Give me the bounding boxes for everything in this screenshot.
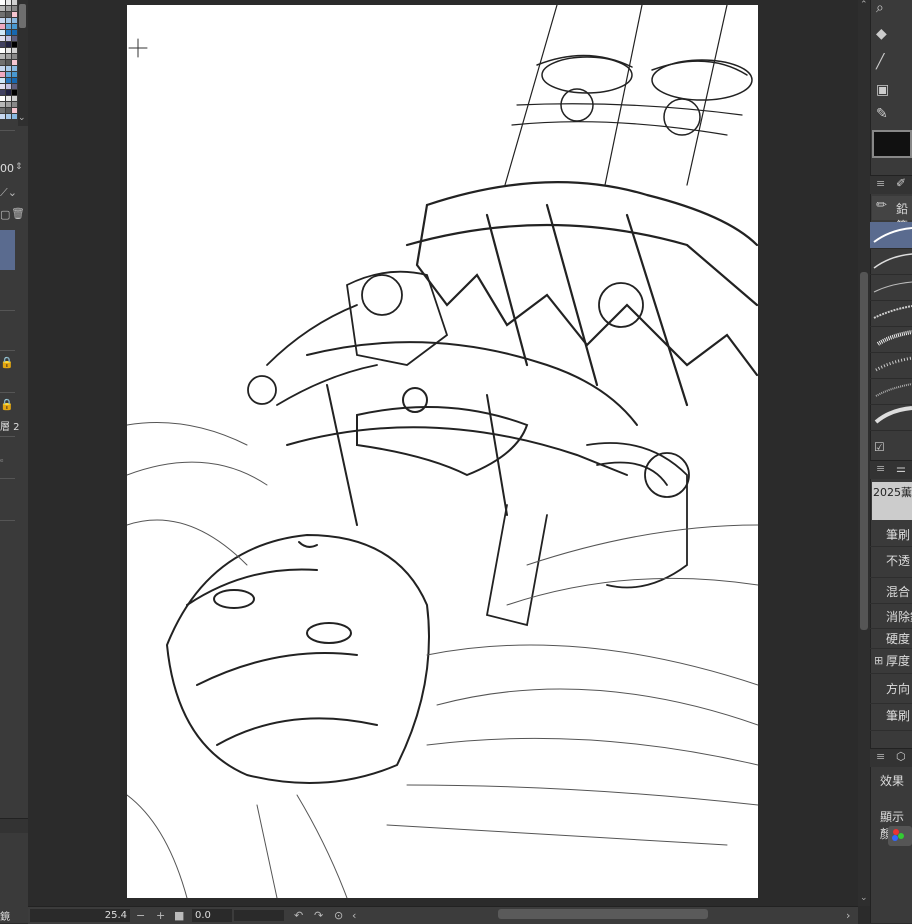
color-mode-button[interactable]: [888, 826, 912, 846]
layer-option-label: ᵉ: [0, 458, 4, 468]
effects-label: 效果: [880, 774, 905, 788]
property-brush-size[interactable]: 筆刷: [870, 521, 912, 547]
brush-item[interactable]: [870, 300, 912, 327]
stepper-icon[interactable]: ⇕: [15, 162, 23, 172]
blend-icon[interactable]: ⟋⌄: [0, 186, 17, 200]
horizontal-scroll-thumb[interactable]: [498, 909, 708, 919]
vertical-scroll-thumb[interactable]: [860, 272, 868, 630]
copy-layer-icon[interactable]: ▢: [0, 208, 10, 221]
sliders-icon[interactable]: ⚌: [896, 462, 906, 475]
cube-icon[interactable]: ⬡: [896, 750, 906, 763]
brush-item[interactable]: [870, 378, 912, 405]
property-hardness[interactable]: 硬度: [870, 628, 912, 649]
brush-item[interactable]: [870, 352, 912, 379]
property-antialias[interactable]: 消除鋸: [870, 603, 912, 629]
lock-icon[interactable]: 🔒: [0, 398, 14, 411]
property-thickness[interactable]: 厚度: [870, 649, 912, 674]
brush-name: 2025薫: [873, 486, 912, 499]
chevron-down-icon[interactable]: ⌄: [860, 893, 868, 903]
chevron-right-icon[interactable]: ›: [846, 908, 850, 923]
brush-tab[interactable]: ✏ 鉛筆: [872, 196, 912, 233]
layer-name[interactable]: 層 2: [0, 418, 20, 433]
crosshair-cursor: [128, 38, 148, 58]
sketch-drawing: [127, 5, 758, 898]
fit-icon[interactable]: ■: [174, 908, 184, 923]
chevron-up-icon[interactable]: ⌃: [860, 0, 868, 10]
pen-icon[interactable]: ✎: [876, 106, 888, 122]
undo-icon[interactable]: ↶: [294, 908, 303, 923]
navigator-bar: 25.4 − + ■ 0.0 ↶ ↷ ⊙ ‹ ›: [28, 906, 858, 924]
line-icon[interactable]: ╱: [876, 54, 884, 70]
zoom-in-icon[interactable]: +: [156, 908, 165, 923]
opacity-value[interactable]: 00: [0, 162, 14, 175]
reset-rotation-icon[interactable]: ⊙: [334, 908, 343, 923]
zoom-out-icon[interactable]: −: [136, 908, 145, 923]
drawing-paper[interactable]: [127, 5, 758, 898]
brush-preview[interactable]: 2025薫: [872, 482, 912, 520]
brush-item[interactable]: [870, 326, 912, 353]
property-direction[interactable]: 方向: [870, 675, 912, 704]
rotation-field[interactable]: 0.0: [192, 909, 232, 922]
brush-item[interactable]: [870, 248, 912, 275]
trash-icon[interactable]: 🗑: [11, 207, 25, 220]
lock-icon[interactable]: 🔒: [0, 356, 14, 369]
search-icon[interactable]: ⌕: [876, 0, 884, 16]
left-panel: [0, 0, 28, 923]
property-opacity[interactable]: 不透: [870, 547, 912, 578]
checkbox-icon[interactable]: ☑: [874, 440, 885, 454]
fill-icon[interactable]: ◆: [876, 26, 887, 42]
left-panel-footer: [0, 818, 28, 833]
property-brush-tip[interactable]: 筆刷: [870, 702, 912, 731]
brush-item-selected[interactable]: [870, 222, 912, 249]
gradient-icon[interactable]: ▣: [876, 82, 889, 98]
brush-item[interactable]: [870, 274, 912, 301]
pencil-icon: ✏: [876, 198, 887, 213]
property-blend[interactable]: 混合: [870, 578, 912, 604]
subview-header: ≡: [870, 748, 912, 767]
brush-icon[interactable]: ✐: [896, 176, 906, 190]
brush-item[interactable]: [870, 404, 912, 431]
selected-layer[interactable]: [0, 230, 15, 270]
palette-scroll-thumb[interactable]: [19, 4, 26, 28]
mirror-label[interactable]: 鏡: [0, 908, 10, 923]
zoom-field[interactable]: 25.4: [30, 909, 130, 922]
color-palette[interactable]: [0, 0, 18, 126]
chevron-down-icon[interactable]: ⌄: [18, 113, 26, 123]
redo-icon[interactable]: ↷: [314, 908, 323, 923]
rotation-slider[interactable]: [234, 910, 284, 921]
chevron-left-icon[interactable]: ‹: [352, 908, 356, 923]
main-color-swatch[interactable]: [872, 130, 912, 158]
